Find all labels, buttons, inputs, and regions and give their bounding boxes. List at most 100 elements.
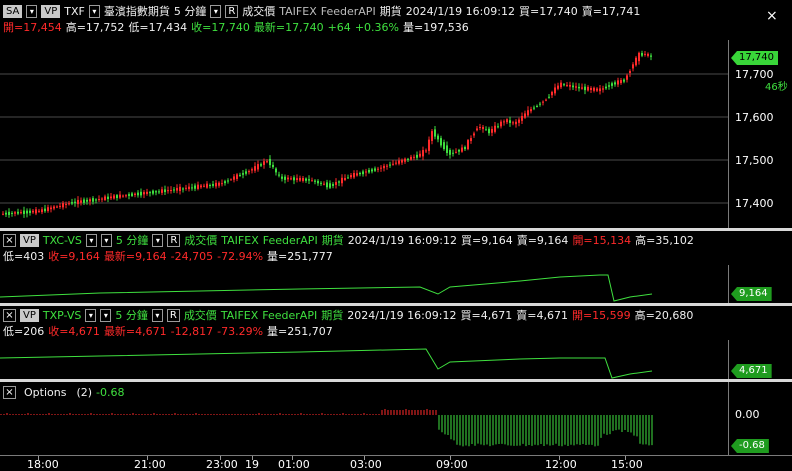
candlestick-chart[interactable] <box>0 0 728 228</box>
candle-body <box>284 176 286 180</box>
txp-vs-line <box>0 348 653 379</box>
candle-body <box>11 212 13 214</box>
candle-body <box>608 85 610 87</box>
candle-body <box>398 160 400 164</box>
candle-body <box>527 110 529 116</box>
candle-body <box>287 177 289 180</box>
candle-body <box>260 164 262 166</box>
candle-body <box>590 88 592 90</box>
candle-body <box>206 183 208 188</box>
candle-body <box>542 101 544 103</box>
candle-body <box>614 82 616 85</box>
candle-body <box>602 88 604 90</box>
candle-body <box>170 189 172 191</box>
candle-body <box>32 210 34 213</box>
candle-body <box>62 202 64 208</box>
candle-body <box>341 177 343 184</box>
candle-body <box>125 195 127 197</box>
txc-price-tag: 9,164 <box>731 287 772 301</box>
candle-body <box>269 158 271 166</box>
candle-body <box>575 86 577 88</box>
candle-body <box>140 191 142 196</box>
candle-body <box>302 178 304 181</box>
candle-body <box>365 171 367 173</box>
candle-body <box>176 187 178 191</box>
candle-body <box>326 182 328 188</box>
candle-body <box>251 169 253 171</box>
candle-body <box>389 164 391 166</box>
candle-body <box>239 174 241 176</box>
candle-body <box>143 192 145 195</box>
candle-body <box>290 178 292 180</box>
candle-body <box>545 99 547 101</box>
candle-body <box>359 172 361 175</box>
candle-body <box>506 119 508 123</box>
candle-body <box>491 128 493 133</box>
candle-body <box>155 191 157 193</box>
candle-body <box>419 153 421 157</box>
price-axis-tick: 17,600 <box>735 111 774 124</box>
candle-body <box>371 169 373 172</box>
candle-body <box>149 192 151 194</box>
candle-body <box>185 187 187 189</box>
time-label: 03:00 <box>350 458 382 471</box>
candle-body <box>476 128 478 131</box>
candle-body <box>323 183 325 185</box>
candle-body <box>68 203 70 205</box>
candle-body <box>560 82 562 88</box>
candle-body <box>638 52 640 62</box>
txc-vs-line <box>0 274 653 302</box>
candle-body <box>347 177 349 179</box>
candle-body <box>554 87 556 94</box>
candle-body <box>128 194 130 196</box>
candle-body <box>275 168 277 173</box>
candle-body <box>410 156 412 160</box>
candle-body <box>209 185 211 187</box>
candle-body <box>461 147 463 152</box>
candle-body <box>473 133 475 136</box>
candle-body <box>236 174 238 179</box>
candle-body <box>95 199 97 201</box>
price-axis-tick: 17,400 <box>735 197 774 210</box>
candle-body <box>518 119 520 123</box>
time-label: 15:00 <box>611 458 643 471</box>
candle-body <box>254 166 256 171</box>
candle-body <box>413 156 415 158</box>
candle-body <box>245 171 247 174</box>
candle-body <box>296 178 298 180</box>
candle-body <box>425 150 427 152</box>
candle-body <box>194 185 196 189</box>
close-window-icon[interactable]: × <box>766 8 778 24</box>
candle-body <box>500 121 502 127</box>
candle-body <box>266 161 268 163</box>
candle-body <box>335 182 337 185</box>
candle-body <box>203 185 205 187</box>
candle-body <box>2 213 4 215</box>
candle-body <box>308 179 310 181</box>
txp-vs-line-chart[interactable] <box>0 306 728 379</box>
time-axis[interactable]: 18:00 21:00 23:00 19 01:00 03:00 09:00 1… <box>0 455 792 471</box>
candle-body <box>38 210 40 212</box>
candle-body <box>80 200 82 203</box>
txc-vs-line-chart[interactable] <box>0 231 728 303</box>
countdown-label: 46秒 <box>765 82 788 93</box>
options-histogram[interactable] <box>0 382 728 455</box>
candle-body <box>71 202 73 204</box>
candle-body <box>320 182 322 184</box>
txp-price-axis: 4,671 <box>728 340 792 379</box>
candle-body <box>539 103 541 105</box>
candle-body <box>86 199 88 202</box>
candle-body <box>26 210 28 214</box>
time-label: 12:00 <box>545 458 577 471</box>
candle-body <box>56 206 58 208</box>
candle-body <box>230 179 232 181</box>
candle-body <box>338 181 340 183</box>
candle-body <box>314 180 316 182</box>
candle-body <box>116 195 118 199</box>
candle-body <box>407 158 409 160</box>
options-panel: × Options (2) -0.68 0.00 -0.68 <box>0 382 792 455</box>
candle-body <box>305 178 307 181</box>
candle-body <box>611 83 613 86</box>
candle-body <box>404 158 406 162</box>
candle-body <box>74 201 76 204</box>
